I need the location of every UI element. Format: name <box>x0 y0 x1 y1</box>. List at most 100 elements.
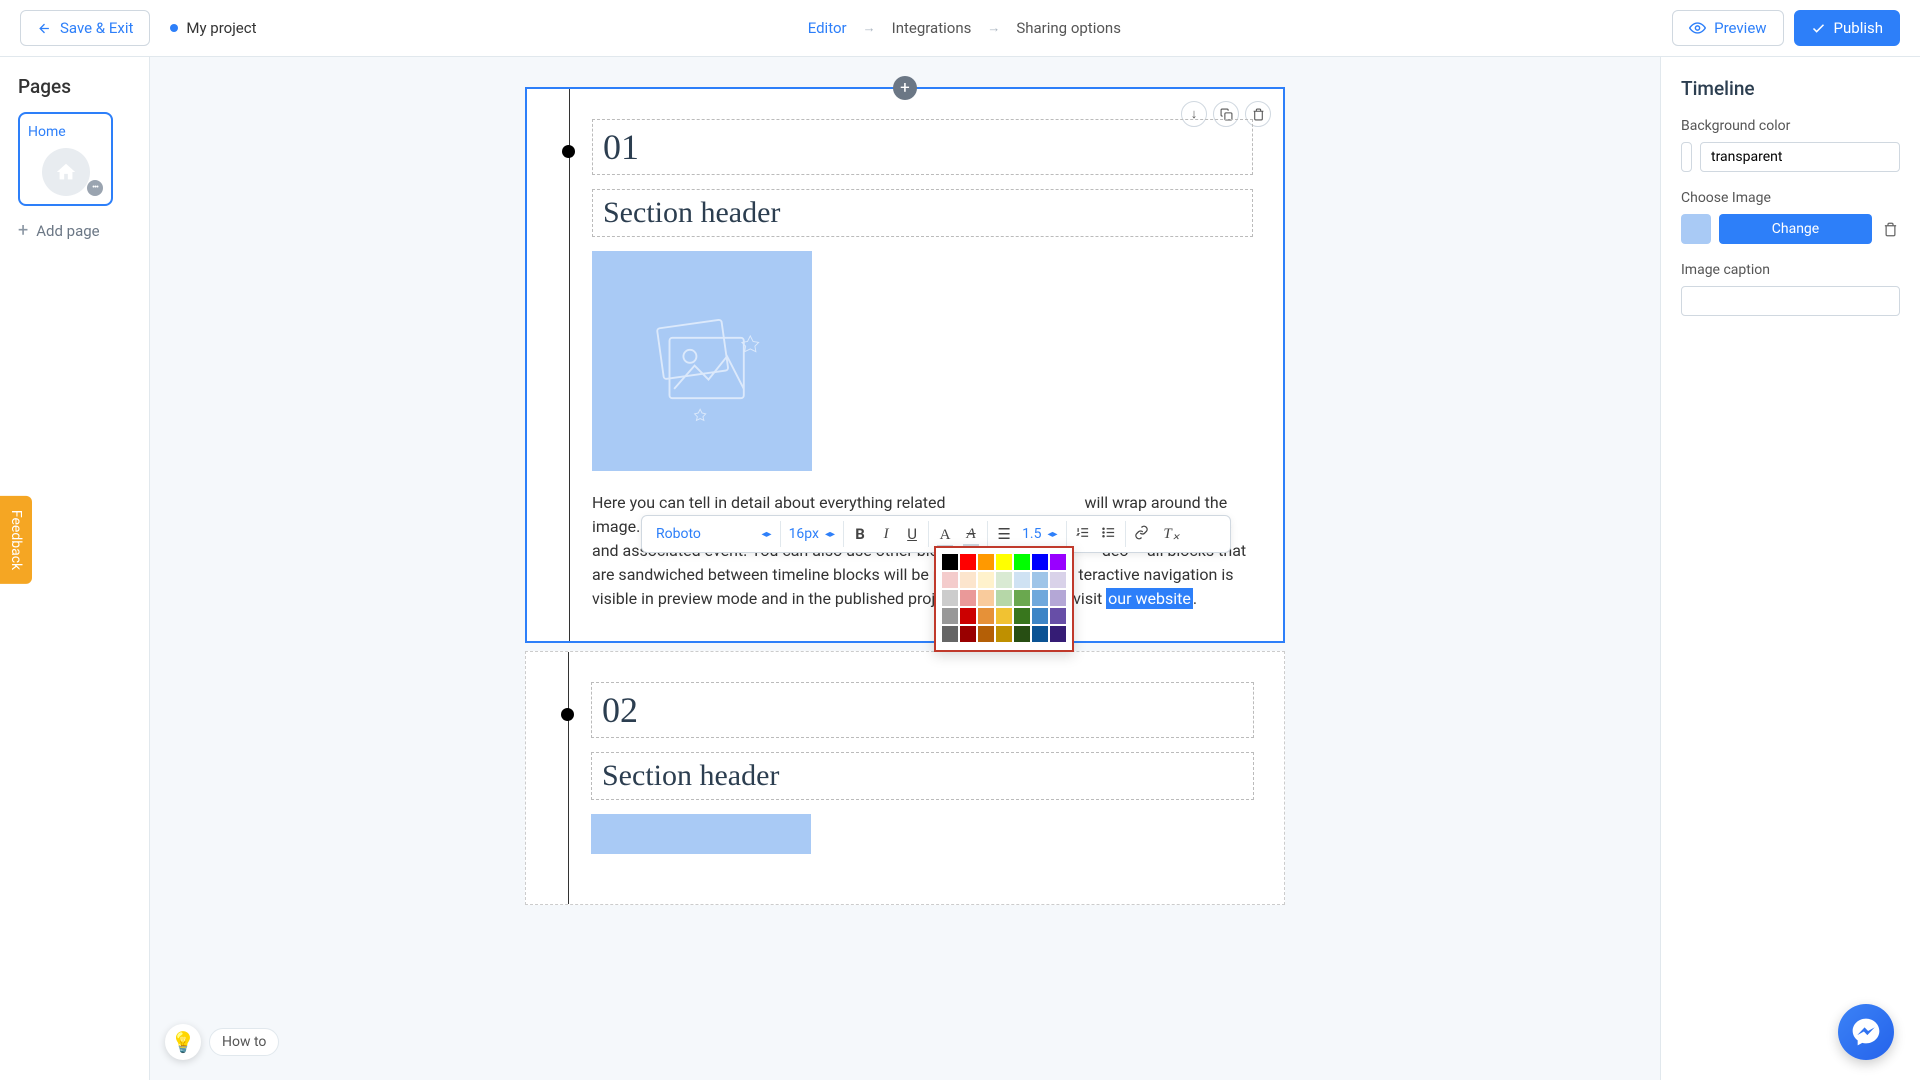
color-swatch[interactable] <box>960 590 976 606</box>
project-name-label: My project <box>186 19 256 37</box>
caret-icon: ◂▸ <box>825 529 835 540</box>
timeline-block-2[interactable]: 02 Section header <box>525 651 1285 905</box>
color-swatch[interactable] <box>942 626 958 642</box>
project-name[interactable]: My project <box>170 19 256 37</box>
how-to-widget[interactable]: 💡 How to <box>165 1024 279 1060</box>
color-swatch[interactable] <box>942 572 958 588</box>
color-swatch[interactable] <box>1032 590 1048 606</box>
color-swatch[interactable] <box>1032 626 1048 642</box>
caret-icon: ◂▸ <box>1048 529 1058 540</box>
add-page-button[interactable]: + Add page <box>18 220 131 241</box>
color-swatch[interactable] <box>996 554 1012 570</box>
add-page-label: Add page <box>36 222 99 240</box>
font-size-select[interactable]: 16px ◂▸ <box>789 526 836 542</box>
color-swatch[interactable] <box>996 572 1012 588</box>
bg-color-input[interactable] <box>1700 142 1900 172</box>
color-swatch[interactable] <box>996 608 1012 624</box>
color-palette-popup <box>934 546 1074 652</box>
timeline-block-1[interactable]: + ↓ 01 Section header <box>525 87 1285 643</box>
timeline-header-field[interactable]: Section header <box>591 752 1254 800</box>
bold-button[interactable]: B <box>852 525 868 543</box>
page-thumb-home[interactable]: Home ••• <box>18 112 113 206</box>
color-swatch[interactable] <box>1014 608 1030 624</box>
page-thumb-label: Home <box>28 124 103 140</box>
delete-image-button[interactable] <box>1880 214 1900 244</box>
align-button[interactable]: ☰ <box>996 525 1012 543</box>
nav-integrations[interactable]: Integrations <box>892 19 972 37</box>
lightbulb-icon: 💡 <box>165 1024 201 1060</box>
highlight-color-button[interactable]: A <box>963 526 979 543</box>
properties-title: Timeline <box>1681 77 1900 100</box>
color-swatch[interactable] <box>960 608 976 624</box>
image-thumb[interactable] <box>1681 214 1711 244</box>
color-swatch[interactable] <box>1050 554 1066 570</box>
timeline-date-field[interactable]: 02 <box>591 682 1254 738</box>
feedback-tab[interactable]: Feedback <box>0 496 32 584</box>
color-swatch[interactable] <box>1050 590 1066 606</box>
messenger-button[interactable] <box>1838 1004 1894 1060</box>
plus-icon: + <box>18 220 28 241</box>
line-height-select[interactable]: 1.5 ◂▸ <box>1022 526 1057 542</box>
font-family-select[interactable]: Roboto ◂▸ <box>656 526 772 542</box>
color-swatch[interactable] <box>1032 572 1048 588</box>
eye-icon <box>1689 22 1706 34</box>
timeline-image[interactable] <box>591 814 811 854</box>
color-swatch[interactable] <box>1032 608 1048 624</box>
text-color-button[interactable]: A <box>937 525 953 544</box>
underline-button[interactable]: U <box>904 525 920 543</box>
color-swatch[interactable] <box>1050 608 1066 624</box>
chevron-right-icon: → <box>863 20 876 36</box>
save-exit-button[interactable]: Save & Exit <box>20 10 150 46</box>
unsaved-dot-icon <box>170 24 178 32</box>
color-swatch[interactable] <box>1014 572 1030 588</box>
color-swatch[interactable] <box>960 626 976 642</box>
chevron-right-icon: → <box>987 20 1000 36</box>
timeline-date-field[interactable]: 01 <box>592 119 1253 175</box>
color-swatch[interactable] <box>1014 554 1030 570</box>
color-swatch[interactable] <box>1050 626 1066 642</box>
home-icon <box>42 148 90 196</box>
color-swatch[interactable] <box>942 554 958 570</box>
color-swatch[interactable] <box>960 572 976 588</box>
color-swatch[interactable] <box>996 626 1012 642</box>
nav-sharing[interactable]: Sharing options <box>1016 19 1121 37</box>
messenger-icon <box>1851 1017 1881 1047</box>
color-swatch[interactable] <box>978 554 994 570</box>
properties-sidebar: Timeline Background color Choose Image C… <box>1660 57 1920 1080</box>
italic-button[interactable]: I <box>878 526 894 543</box>
color-swatch[interactable] <box>996 590 1012 606</box>
image-caption-input[interactable] <box>1681 286 1900 316</box>
color-swatch[interactable] <box>978 608 994 624</box>
publish-button[interactable]: Publish <box>1794 10 1900 46</box>
color-swatch[interactable] <box>1014 590 1030 606</box>
unordered-list-button[interactable] <box>1101 525 1117 544</box>
publish-label: Publish <box>1834 19 1883 37</box>
color-swatch[interactable] <box>1014 626 1030 642</box>
how-to-label: How to <box>209 1028 279 1056</box>
bg-color-swatch[interactable] <box>1681 142 1692 172</box>
link-button[interactable] <box>1134 525 1150 544</box>
top-bar: Save & Exit My project Editor → Integrat… <box>0 0 1920 57</box>
color-swatch[interactable] <box>978 626 994 642</box>
page-options-icon[interactable]: ••• <box>87 180 103 196</box>
preview-button[interactable]: Preview <box>1672 10 1783 46</box>
color-swatch[interactable] <box>978 572 994 588</box>
timeline-header-field[interactable]: Section header <box>592 189 1253 237</box>
color-swatch[interactable] <box>960 554 976 570</box>
save-exit-label: Save & Exit <box>60 19 133 37</box>
canvas[interactable]: + ↓ 01 Section header <box>150 57 1660 1080</box>
color-swatch[interactable] <box>1050 572 1066 588</box>
change-image-button[interactable]: Change <box>1719 214 1872 244</box>
link-icon <box>1134 525 1149 540</box>
caret-icon: ◂▸ <box>762 529 772 540</box>
timeline-image[interactable] <box>592 251 812 471</box>
color-swatch[interactable] <box>942 590 958 606</box>
clear-format-button[interactable]: T✕ <box>1160 526 1176 543</box>
color-swatch[interactable] <box>978 590 994 606</box>
color-swatch[interactable] <box>942 608 958 624</box>
nav-editor[interactable]: Editor <box>808 19 847 37</box>
preview-label: Preview <box>1714 19 1766 37</box>
body-link[interactable]: our website <box>1106 588 1193 609</box>
color-swatch[interactable] <box>1032 554 1048 570</box>
ordered-list-button[interactable] <box>1075 525 1091 544</box>
